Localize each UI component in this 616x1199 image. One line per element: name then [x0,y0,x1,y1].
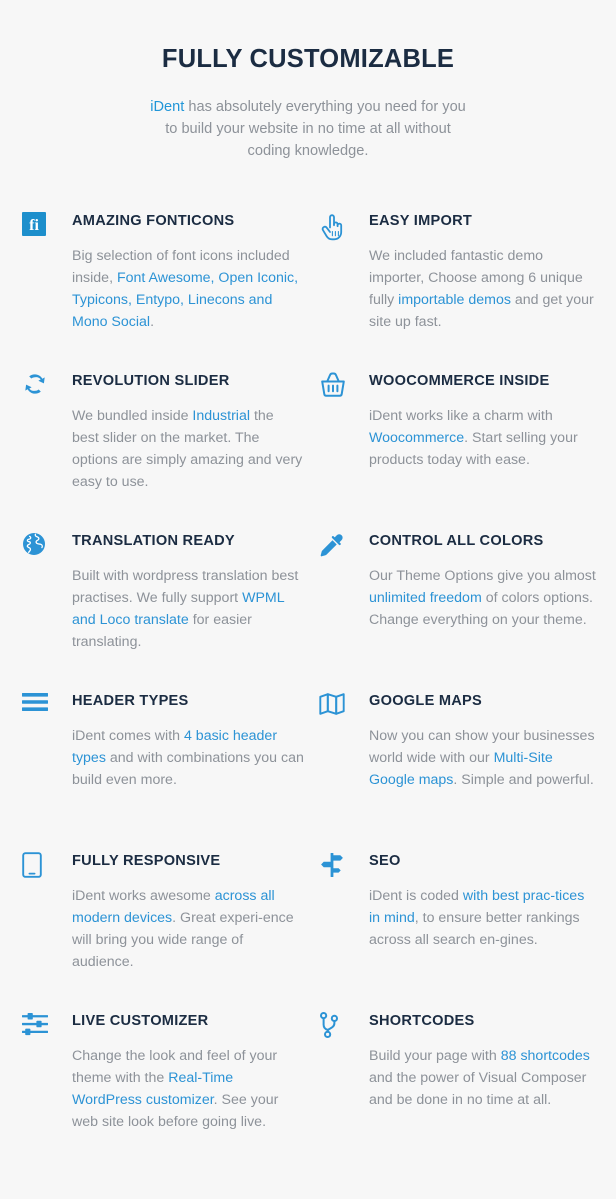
feature-card: HEADER TYPES iDent comes with 4 basic hea… [22,685,307,845]
feature-card: TRANSLATION READY Built with wordpress tr… [22,525,307,685]
shopping-basket-icon [319,371,353,401]
feature-description: iDent is coded with best prac-tices in m… [369,885,597,951]
feature-text-segment: . Simple and powerful. [453,771,594,788]
feature-card: REVOLUTION SLIDER We bundled inside Indus… [22,365,307,525]
feature-body: FULLY RESPONSIVE iDent works awesome acro… [72,851,307,973]
feature-text-segment: and the power of Visual Composer and be … [369,1069,587,1108]
folded-map-icon [319,691,353,721]
hamburger-menu-icon [22,691,56,721]
globe-icon [22,531,56,561]
feature-text-segment: iDent works like a charm with [369,407,553,424]
feature-card: FULLY RESPONSIVE iDent works awesome acro… [22,845,307,1005]
feature-card: LIVE CUSTOMIZER Change the look and feel … [22,1005,307,1165]
feature-description: Change the look and feel of your theme w… [72,1045,304,1133]
feature-card: EASY IMPORT We included fantastic demo im… [319,205,604,365]
brand-name: iDent [150,98,185,115]
feature-title: SHORTCODES [369,1012,475,1029]
feature-title: LIVE CUSTOMIZER [72,1012,209,1029]
feature-link[interactable]: 88 shortcodes [501,1048,590,1064]
refresh-sync-icon [22,371,56,401]
section-header: FULLY CUSTOMIZABLE iDent has absolutely … [0,0,616,162]
feature-description: We bundled inside Industrial the best sl… [72,405,304,493]
feature-text-segment: iDent comes with [72,727,184,744]
feature-title: GOOGLE MAPS [369,692,483,709]
feature-description: Now you can show your businesses world w… [369,725,597,791]
feature-description: iDent comes with 4 basic header types an… [72,725,304,791]
feature-description: Build your page with 88 shortcodes and t… [369,1045,597,1111]
feature-title: HEADER TYPES [72,692,189,709]
git-branch-icon [319,1011,353,1041]
tablet-device-icon [22,851,56,881]
feature-text-segment: . [150,313,155,330]
feature-link[interactable]: Industrial [192,408,250,424]
feature-description: We included fantastic demo importer, Cho… [369,245,597,333]
feature-text-segment: iDent is coded [369,887,463,904]
feature-body: REVOLUTION SLIDER We bundled inside Indus… [72,371,307,493]
feature-text-segment: and with combinations you can build even… [72,749,304,788]
feature-body: LIVE CUSTOMIZER Change the look and feel … [72,1011,307,1133]
feature-link[interactable]: Woocommerce [369,430,464,446]
page-title: FULLY CUSTOMIZABLE [161,45,455,73]
feature-body: WOOCOMMERCE INSIDE iDent works like a cha… [369,371,604,471]
signpost-icon [319,851,353,881]
feature-title: REVOLUTION SLIDER [72,372,230,389]
feature-body: GOOGLE MAPS Now you can show your busines… [369,691,604,791]
feature-description: iDent works awesome across all modern de… [72,885,304,973]
feature-text-segment: Now you can show your businesses world w… [369,727,595,766]
feature-title: FULLY RESPONSIVE [72,852,221,869]
pointing-hand-icon [319,211,353,241]
feature-body: EASY IMPORT We included fantastic demo im… [369,211,604,333]
feature-text-segment: Our Theme Options give you almost [369,567,596,584]
feature-title: EASY IMPORT [369,212,473,229]
feature-card: SHORTCODES Build your page with 88 shortc… [319,1005,604,1165]
feature-body: AMAZING FONTICONS Big selection of font i… [72,211,307,333]
svg-text:fi: fi [29,217,39,234]
feature-card: GOOGLE MAPS Now you can show your busines… [319,685,604,845]
feature-card: SEO iDent is coded with best prac-tices i… [319,845,604,1005]
feature-body: CONTROL ALL COLORS Our Theme Options give… [369,531,604,631]
section-subtitle-rest: has absolutely everything you need for y… [165,98,466,159]
feature-body: SHORTCODES Build your page with 88 shortc… [369,1011,604,1111]
features-grid: fi AMAZING FONTICONS Big selection of font… [0,205,616,1165]
fonticons-icon: fi [22,211,56,241]
feature-title: AMAZING FONTICONS [72,212,235,229]
feature-description: Big selection of font icons included ins… [72,245,304,333]
feature-link[interactable]: unlimited freedom [369,590,482,606]
feature-title: WOOCOMMERCE INSIDE [369,372,550,389]
feature-description: Built with wordpress translation best pr… [72,565,304,653]
sliders-equalizer-icon [22,1011,56,1041]
feature-title: CONTROL ALL COLORS [369,532,544,549]
feature-text-segment: iDent works awesome [72,887,215,904]
feature-title: TRANSLATION READY [72,532,235,549]
fully-customizable-section: FULLY CUSTOMIZABLE iDent has absolutely … [0,0,616,1199]
feature-body: TRANSLATION READY Built with wordpress tr… [72,531,307,653]
feature-card: CONTROL ALL COLORS Our Theme Options give… [319,525,604,685]
feature-text-segment: Build your page with [369,1047,501,1064]
feature-text-segment: We bundled inside [72,407,193,424]
feature-body: SEO iDent is coded with best prac-tices i… [369,851,604,951]
feature-title: SEO [369,852,401,869]
feature-description: iDent works like a charm with Woocommerc… [369,405,597,471]
feature-card: fi AMAZING FONTICONS Big selection of font… [22,205,307,365]
section-subtitle: iDent has absolutely everything you need… [143,96,473,162]
feature-link[interactable]: importable demos [398,292,511,308]
feature-body: HEADER TYPES iDent comes with 4 basic hea… [72,691,307,791]
eyedropper-icon [319,531,353,561]
feature-description: Our Theme Options give you almost unlimi… [369,565,597,631]
feature-card: WOOCOMMERCE INSIDE iDent works like a cha… [319,365,604,525]
